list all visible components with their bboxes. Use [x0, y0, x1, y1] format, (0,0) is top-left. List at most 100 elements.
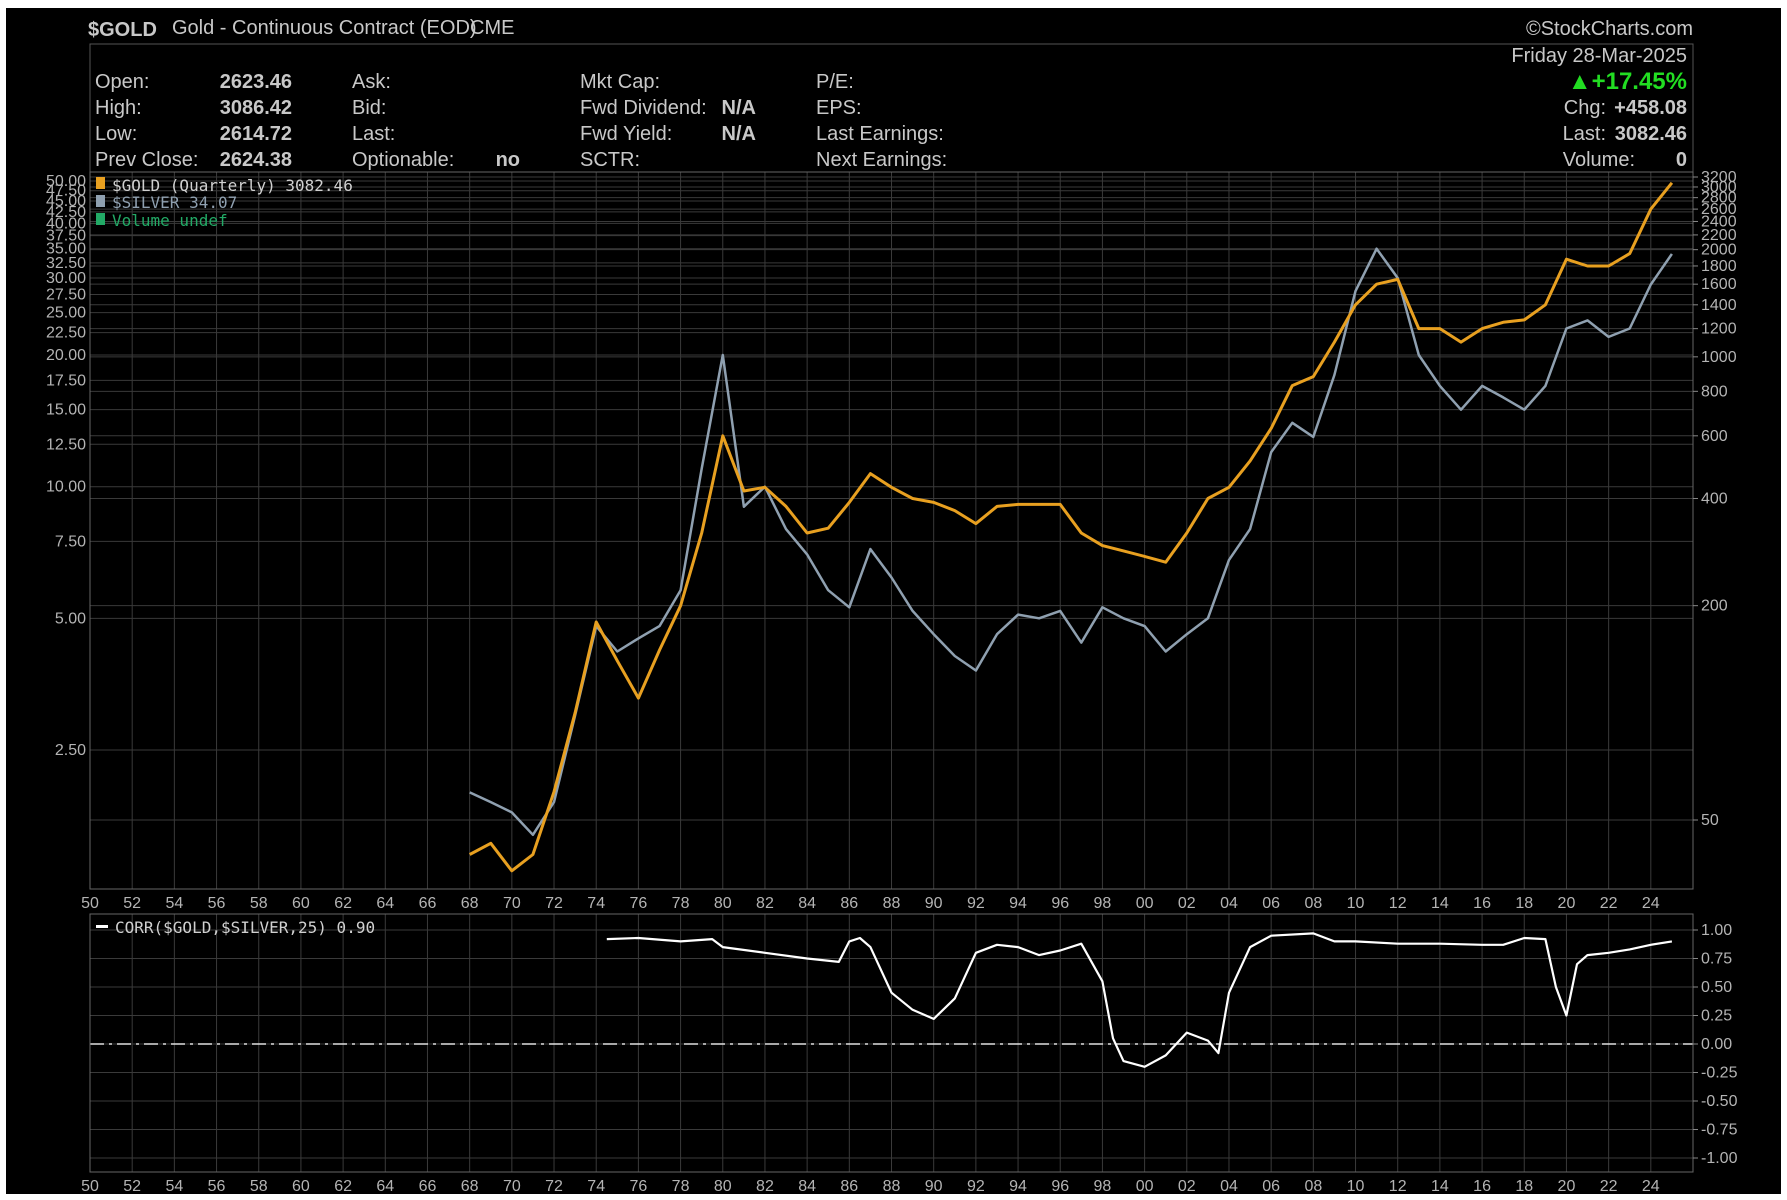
- main-x-tick-label: 70: [503, 895, 521, 912]
- main-x-tick-label: 68: [461, 895, 479, 912]
- bid-label: Bid:: [352, 97, 386, 119]
- corr-y-tick-label: -0.50: [1701, 1093, 1738, 1110]
- corr-x-tick-label: 86: [840, 1178, 858, 1195]
- main-x-tick-label: 08: [1304, 895, 1322, 912]
- main-x-tick-label: 16: [1473, 895, 1491, 912]
- main-x-tick-label: 74: [587, 895, 605, 912]
- gold-y-tick-label: 50: [1701, 812, 1719, 829]
- main-x-tick-label: 24: [1642, 895, 1660, 912]
- corr-x-tick-label: 00: [1136, 1178, 1154, 1195]
- corr-x-tick-label: 78: [672, 1178, 690, 1195]
- quote-date: Friday 28-Mar-2025: [1511, 45, 1687, 67]
- main-x-tick-label: 76: [629, 895, 647, 912]
- silver-y-tick-label: 25.00: [46, 305, 86, 322]
- main-x-tick-label: 10: [1347, 895, 1365, 912]
- main-x-tick-label: 94: [1009, 895, 1027, 912]
- silver-y-tick-label: 5.00: [55, 610, 86, 627]
- chg-label: Chg:: [1564, 97, 1606, 119]
- optionable-value: no: [496, 149, 520, 171]
- gold-legend-swatch: [96, 177, 105, 189]
- corr-x-tick-label: 56: [208, 1178, 226, 1195]
- silver-y-tick-label: 15.00: [46, 402, 86, 419]
- corr-x-tick-label: 64: [376, 1178, 394, 1195]
- fwd-yield-label: Fwd Yield:: [580, 123, 672, 145]
- low-label: Low:: [95, 123, 137, 145]
- main-x-tick-label: 86: [840, 895, 858, 912]
- gold-y-tick-label: 1600: [1701, 276, 1737, 293]
- corr-y-tick-label: 0.75: [1701, 951, 1732, 968]
- gold-y-tick-label: 400: [1701, 491, 1728, 508]
- main-x-tick-label: 88: [883, 895, 901, 912]
- prev-close-label: Prev Close:: [95, 149, 198, 171]
- main-x-tick-label: 60: [292, 895, 310, 912]
- corr-y-tick-label: 1.00: [1701, 922, 1732, 939]
- main-x-tick-label: 06: [1262, 895, 1280, 912]
- corr-y-tick-label: 0.25: [1701, 1008, 1732, 1025]
- open-label: Open:: [95, 71, 149, 93]
- main-x-tick-label: 02: [1178, 895, 1196, 912]
- gold-y-tick-label: 2000: [1701, 242, 1737, 259]
- silver-y-tick-label: 20.00: [46, 347, 86, 364]
- price-series: [468, 181, 1674, 873]
- gold-series-line: [468, 181, 1674, 873]
- corr-x-tick-label: 04: [1220, 1178, 1238, 1195]
- silver-y-axis: 50.0047.5045.0042.5040.0037.5035.0032.50…: [46, 173, 86, 759]
- chart-canvas: $GOLD Gold - Continuous Contract (EOD) C…: [46, 17, 1738, 1195]
- corr-x-tick-label: 94: [1009, 1178, 1027, 1195]
- fwd-dividend-value: N/A: [722, 97, 756, 119]
- corr-y-tick-label: 0.00: [1701, 1036, 1732, 1053]
- gold-y-tick-label: 1800: [1701, 258, 1737, 275]
- gold-y-tick-label: 1200: [1701, 321, 1737, 338]
- high-label: High:: [95, 97, 142, 119]
- main-x-tick-label: 64: [376, 895, 394, 912]
- main-x-tick-label: 12: [1389, 895, 1407, 912]
- corr-x-tick-label: 76: [629, 1178, 647, 1195]
- corr-x-tick-label: 20: [1558, 1178, 1576, 1195]
- corr-x-tick-label: 50: [81, 1178, 99, 1195]
- corr-y-axis: 1.00 0.75 0.50 0.25 0.00 -0.25 -0.50 -0.75 -1.00: [1693, 922, 1738, 1167]
- main-x-tick-label: 62: [334, 895, 352, 912]
- corr-x-tick-label: 10: [1347, 1178, 1365, 1195]
- main-x-tick-label: 14: [1431, 895, 1449, 912]
- open-value: 2623.46: [220, 71, 292, 93]
- silver-y-tick-label: 22.50: [46, 325, 86, 342]
- corr-x-tick-label: 18: [1515, 1178, 1533, 1195]
- main-x-tick-label: 96: [1051, 895, 1069, 912]
- corr-series-line: [606, 932, 1673, 1068]
- corr-x-tick-label: 16: [1473, 1178, 1491, 1195]
- corr-y-tick-label: 0.50: [1701, 979, 1732, 996]
- high-value: 3086.42: [220, 97, 292, 119]
- corr-x-tick-label: 08: [1304, 1178, 1322, 1195]
- corr-x-tick-label: 70: [503, 1178, 521, 1195]
- volume-legend: Volume undef: [112, 211, 228, 230]
- corr-x-tick-label: 98: [1094, 1178, 1112, 1195]
- main-x-tick-label: 66: [419, 895, 437, 912]
- corr-x-tick-label: 80: [714, 1178, 732, 1195]
- corr-legend-swatch: [96, 925, 108, 928]
- optionable-label: Optionable:: [352, 149, 454, 171]
- corr-x-tick-label: 54: [165, 1178, 183, 1195]
- silver-y-tick-label: 12.50: [46, 436, 86, 453]
- main-x-tick-label: 20: [1558, 895, 1576, 912]
- corr-x-tick-label: 52: [123, 1178, 141, 1195]
- main-x-tick-label: 52: [123, 895, 141, 912]
- main-x-tick-label: 78: [672, 895, 690, 912]
- corr-x-tick-label: 88: [883, 1178, 901, 1195]
- main-x-tick-label: 98: [1094, 895, 1112, 912]
- main-x-axis: 50 52 54 56 58 60 62 64 66 68 70 72 74 76 78 80 82 84 86 88…: [81, 895, 1660, 912]
- exchange: CME: [470, 17, 514, 39]
- volume-label: Volume:: [1563, 149, 1635, 171]
- corr-legend: CORR($GOLD,$SILVER,25) 0.90: [115, 918, 375, 937]
- next-earnings-label: Next Earnings:: [816, 149, 947, 171]
- corr-x-tick-label: 74: [587, 1178, 605, 1195]
- corr-x-tick-label: 06: [1262, 1178, 1280, 1195]
- instrument-name: Gold - Continuous Contract (EOD): [172, 17, 477, 39]
- gold-y-tick-label: 1400: [1701, 297, 1737, 314]
- silver-y-tick-label: 30.00: [46, 270, 86, 287]
- silver-legend: $SILVER 34.07: [112, 193, 237, 212]
- last-price-value: 3082.46: [1615, 123, 1687, 145]
- silver-y-tick-label: 10.00: [46, 479, 86, 496]
- corr-x-tick-label: 14: [1431, 1178, 1449, 1195]
- volume-value: 0: [1676, 149, 1687, 171]
- main-x-tick-label: 82: [756, 895, 774, 912]
